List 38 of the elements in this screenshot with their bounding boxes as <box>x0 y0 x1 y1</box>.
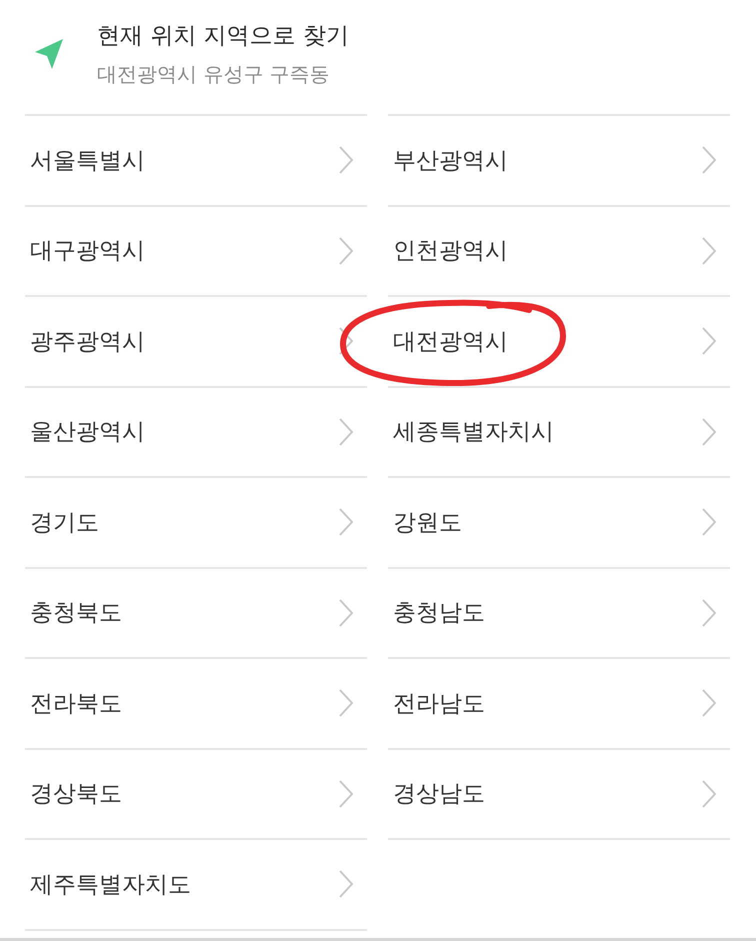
region-item[interactable]: 경상남도 <box>388 750 730 838</box>
region-item[interactable]: 울산광역시 <box>25 388 367 476</box>
chevron-right-icon <box>339 508 353 536</box>
chevron-right-icon <box>702 236 716 265</box>
region-item[interactable]: 충청남도 <box>388 568 730 657</box>
chevron-right-icon <box>702 418 716 446</box>
region-item[interactable]: 대전광역시 <box>388 297 730 386</box>
chevron-right-icon <box>702 780 716 808</box>
current-location-button[interactable]: 현재 위치 지역으로 찾기 대전광역시 유성구 구즉동 <box>25 0 730 114</box>
chevron-right-icon <box>339 780 353 808</box>
chevron-right-icon <box>702 689 716 718</box>
chevron-right-icon <box>339 327 353 356</box>
chevron-right-icon <box>339 418 353 446</box>
region-item[interactable]: 인천광역시 <box>388 206 730 295</box>
navigation-arrow-icon <box>35 39 63 69</box>
chevron-right-icon <box>702 327 716 356</box>
region-item[interactable]: 부산광역시 <box>388 116 730 204</box>
region-item[interactable]: 전라북도 <box>25 659 367 748</box>
current-address: 대전광역시 유성구 구즉동 <box>97 61 331 88</box>
region-item[interactable]: 경상북도 <box>25 750 367 838</box>
region-item[interactable]: 충청북도 <box>25 568 367 657</box>
region-item[interactable]: 제주특별자치도 <box>25 840 367 928</box>
chevron-right-icon <box>339 870 353 898</box>
region-item[interactable]: 강원도 <box>388 478 730 566</box>
region-item[interactable]: 대구광역시 <box>25 206 367 295</box>
region-item[interactable]: 광주광역시 <box>25 297 367 386</box>
chevron-right-icon <box>339 236 353 265</box>
region-item[interactable]: 세종특별자치시 <box>388 388 730 476</box>
chevron-right-icon <box>702 598 716 627</box>
region-item[interactable]: 경기도 <box>25 478 367 566</box>
chevron-right-icon <box>702 146 716 174</box>
chevron-right-icon <box>339 146 353 174</box>
chevron-right-icon <box>339 689 353 718</box>
region-item[interactable]: 서울특별시 <box>25 116 367 204</box>
location-title: 현재 위치 지역으로 찾기 <box>97 22 349 51</box>
chevron-right-icon <box>339 598 353 627</box>
chevron-right-icon <box>702 508 716 536</box>
region-item[interactable]: 전라남도 <box>388 659 730 748</box>
